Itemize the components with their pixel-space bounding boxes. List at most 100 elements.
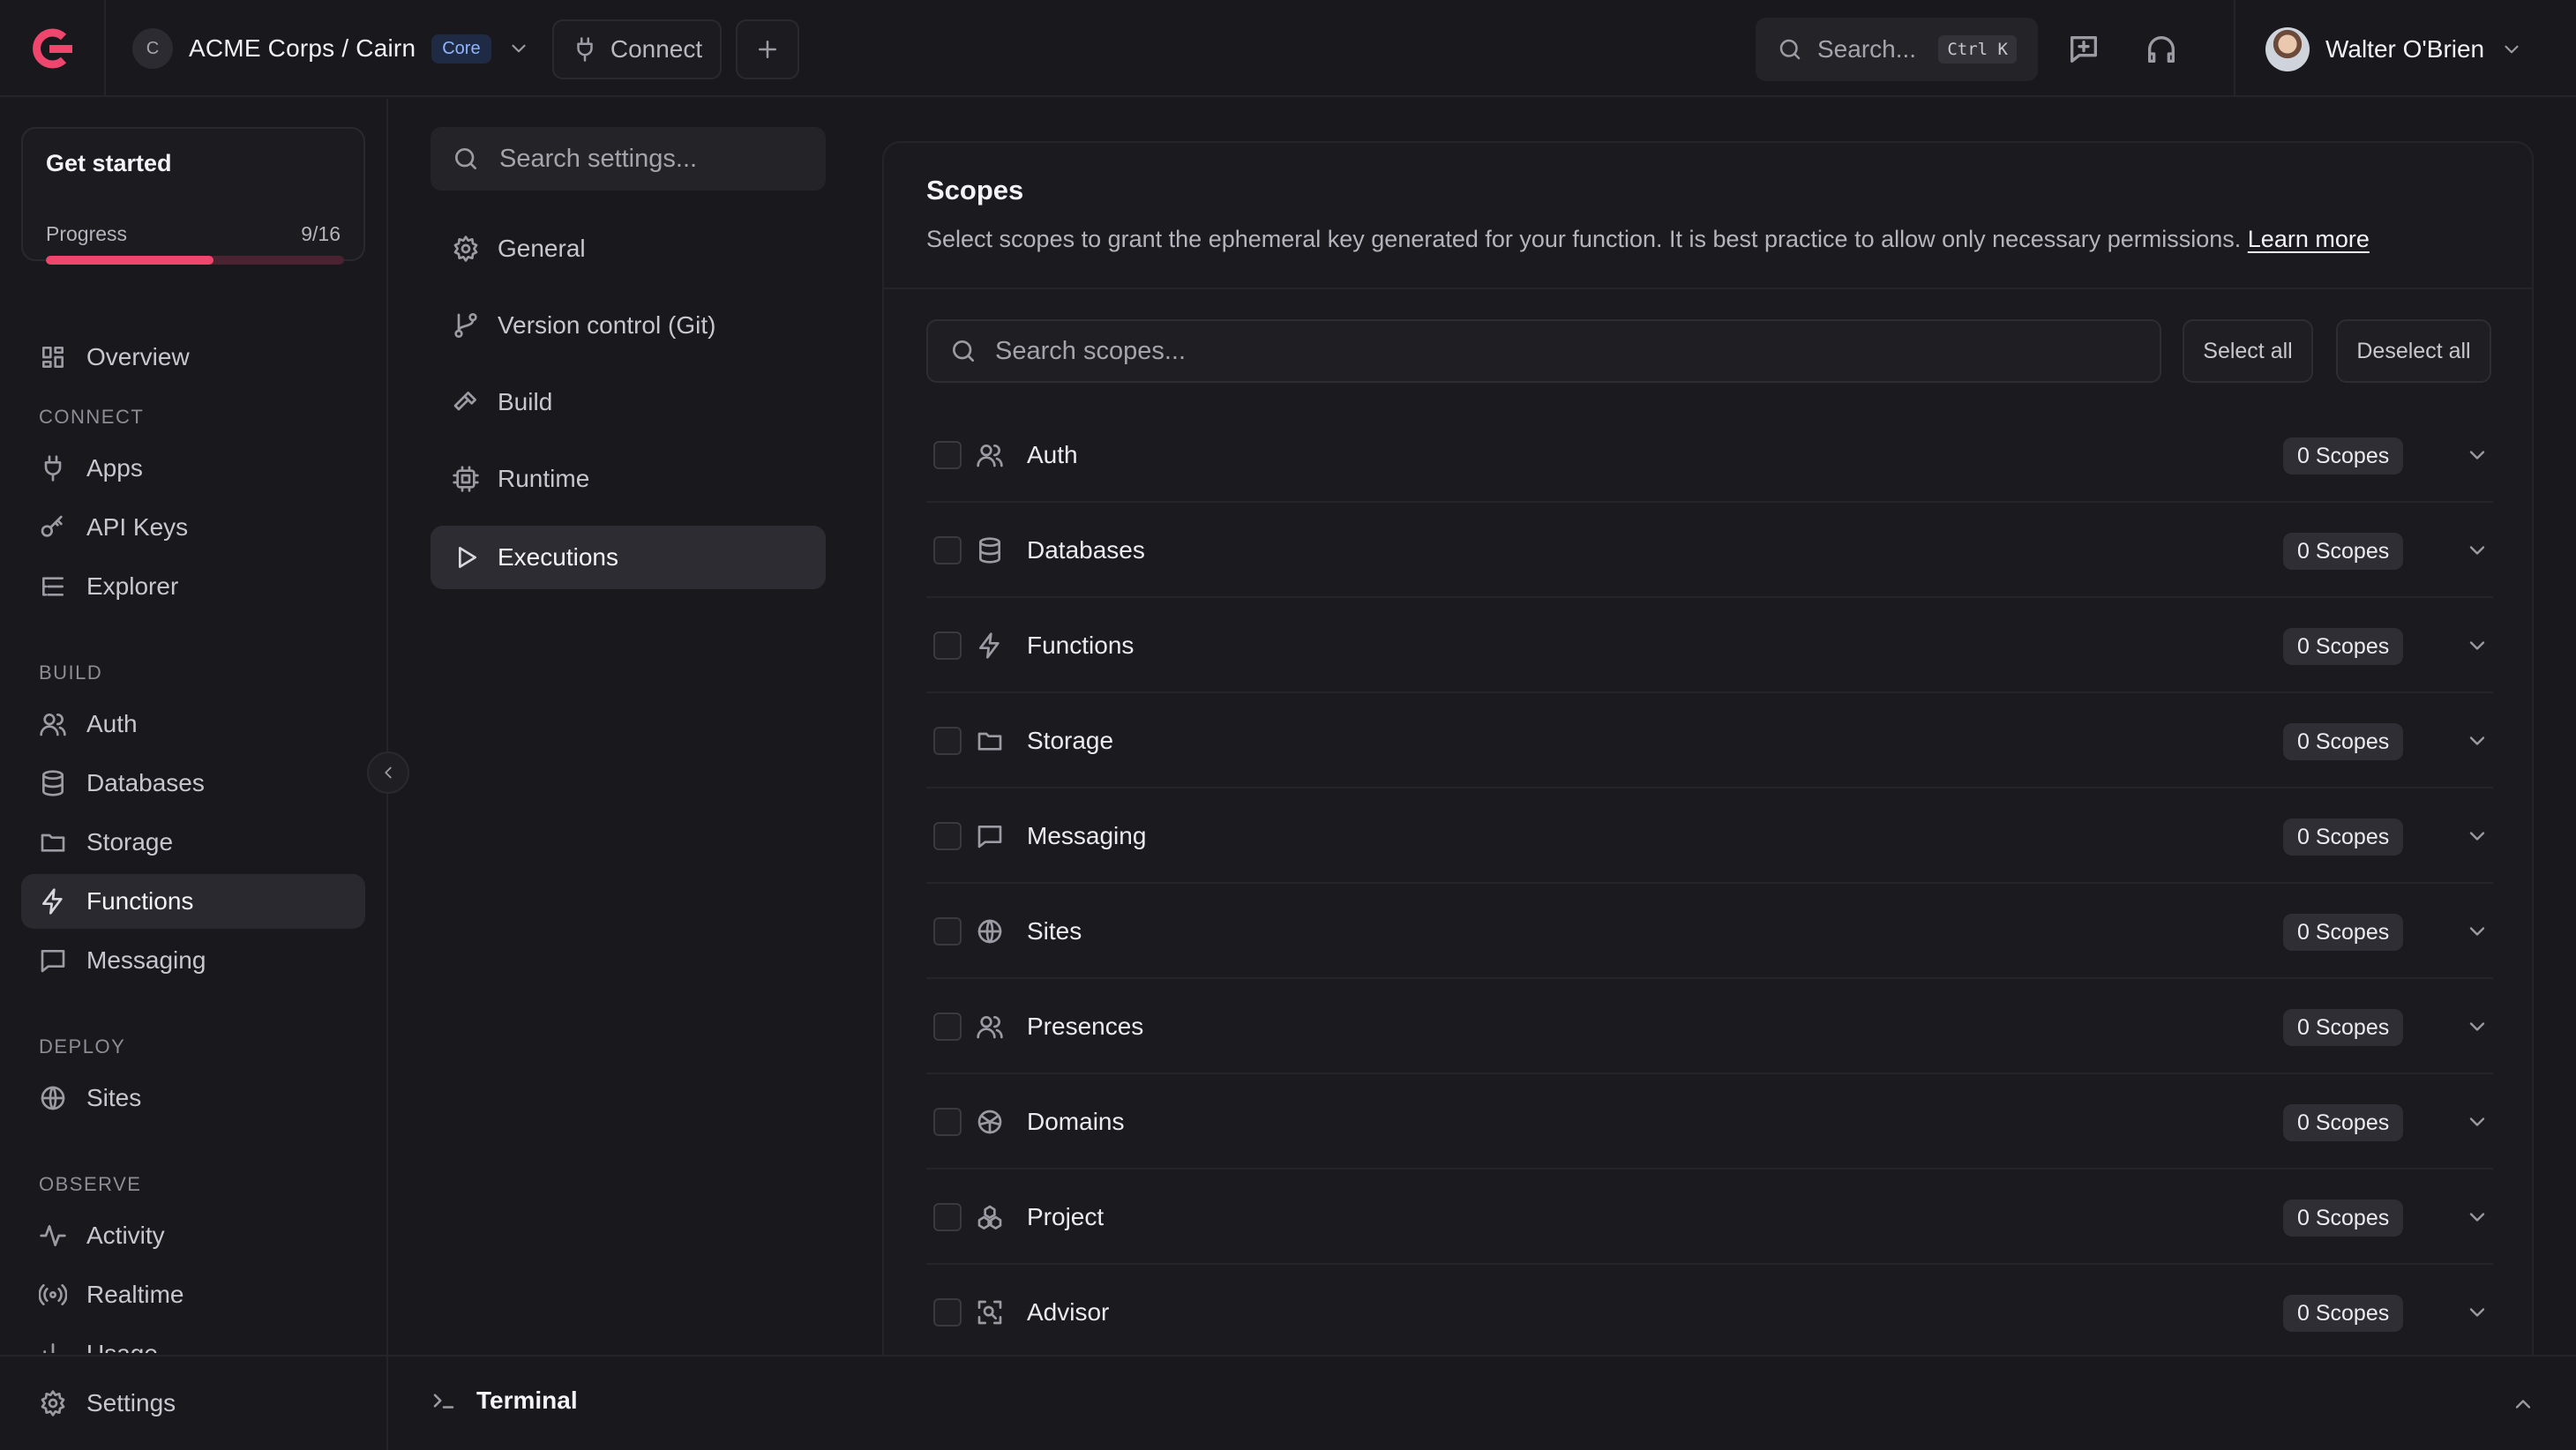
users-icon xyxy=(40,714,66,736)
settings-search-input[interactable]: Search settings... xyxy=(431,127,826,191)
scope-checkbox[interactable] xyxy=(933,822,962,850)
scope-checkbox[interactable] xyxy=(933,536,962,564)
chevron-down-icon[interactable] xyxy=(2465,1205,2490,1230)
scope-checkbox[interactable] xyxy=(933,1203,962,1231)
chevron-down-icon[interactable] xyxy=(2465,1110,2490,1134)
settings-item-executions[interactable]: Executions xyxy=(431,526,826,589)
scope-checkbox[interactable] xyxy=(933,917,962,945)
progress-label: Progress xyxy=(46,222,128,245)
sidebar-item-explorer[interactable]: Explorer xyxy=(21,559,365,614)
settings-item-label: Executions xyxy=(498,543,618,571)
collapse-sidebar-button[interactable] xyxy=(367,751,409,794)
section-deploy: DEPLOY xyxy=(39,1035,126,1058)
scope-row-advisor[interactable]: Advisor 0 Scopes xyxy=(926,1265,2493,1360)
scope-checkbox[interactable] xyxy=(933,632,962,660)
chevron-up-icon[interactable] xyxy=(2511,1392,2535,1416)
chevron-down-icon[interactable] xyxy=(2465,824,2490,848)
scope-row-domains[interactable]: Domains 0 Scopes xyxy=(926,1074,2493,1170)
sidebar-item-overview[interactable]: Overview xyxy=(21,330,365,385)
broadcast-icon xyxy=(39,1284,67,1305)
scope-checkbox[interactable] xyxy=(933,1298,962,1327)
plus-icon xyxy=(759,41,776,58)
terminal-panel[interactable]: Terminal xyxy=(388,1355,2576,1450)
chevron-down-icon[interactable] xyxy=(2465,1300,2490,1325)
org-name: ACME Corps / Cairn xyxy=(189,34,416,62)
scope-row-sites[interactable]: Sites 0 Scopes xyxy=(926,884,2493,979)
sidebar-item-label: Activity xyxy=(86,1222,165,1249)
chevron-down-icon[interactable] xyxy=(2465,919,2490,944)
chevron-down-icon[interactable] xyxy=(2465,443,2490,467)
add-button[interactable] xyxy=(736,19,799,79)
sidebar-item-label: Sites xyxy=(86,1084,142,1111)
sidebar-item-api-keys[interactable]: API Keys xyxy=(21,500,365,555)
settings-item-build[interactable]: Build xyxy=(431,370,826,434)
scope-count-badge: 0 Scopes xyxy=(2283,437,2404,475)
chevron-down-icon[interactable] xyxy=(2465,633,2490,658)
sidebar-item-label: Functions xyxy=(86,887,194,915)
scope-row-functions[interactable]: Functions 0 Scopes xyxy=(926,598,2493,693)
scope-count-badge: 0 Scopes xyxy=(2283,1104,2404,1141)
sidebar-item-activity[interactable]: Activity xyxy=(21,1208,365,1263)
scope-name: Messaging xyxy=(1027,822,1147,849)
sidebar-item-messaging[interactable]: Messaging xyxy=(21,933,365,988)
connect-button[interactable]: Connect xyxy=(552,19,722,79)
user-name: Walter O'Brien xyxy=(2325,35,2485,63)
scope-checkbox[interactable] xyxy=(933,441,962,469)
sidebar-item-usage[interactable]: Usage xyxy=(21,1327,365,1353)
plug-icon xyxy=(44,455,62,482)
sidebar-overflow: Usage xyxy=(0,1327,386,1353)
chevron-left-icon xyxy=(385,766,392,779)
sidebar-item-label: Apps xyxy=(86,454,143,482)
deselect-all-button[interactable]: Deselect all xyxy=(2336,319,2491,383)
section-observe: OBSERVE xyxy=(39,1173,142,1195)
sidebar-item-functions[interactable]: Functions xyxy=(21,874,365,929)
terminal-toggle[interactable]: Terminal xyxy=(431,1386,578,1415)
settings-item-version-control[interactable]: Version control (Git) xyxy=(431,294,826,357)
bolt-icon xyxy=(42,888,63,915)
user-menu[interactable]: Walter O'Brien xyxy=(2265,25,2523,74)
chevron-down-icon[interactable] xyxy=(2465,729,2490,753)
global-search[interactable]: Search... Ctrl K xyxy=(1756,18,2038,81)
scope-row-databases[interactable]: Databases 0 Scopes xyxy=(926,503,2493,598)
sidebar-item-sites[interactable]: Sites xyxy=(21,1071,365,1125)
chevron-down-icon[interactable] xyxy=(2465,1014,2490,1039)
scopes-search-input[interactable]: Search scopes... xyxy=(926,319,2161,383)
sidebar-item-settings[interactable]: Settings xyxy=(21,1376,365,1431)
org-switcher[interactable]: C ACME Corps / Cairn Core xyxy=(132,25,530,72)
play-icon xyxy=(459,547,476,568)
divider xyxy=(2234,0,2235,97)
scope-row-auth[interactable]: Auth 0 Scopes xyxy=(926,407,2493,503)
sidebar-item-databases[interactable]: Databases xyxy=(21,756,365,811)
section-build: BUILD xyxy=(39,661,103,684)
list-tree-icon xyxy=(42,577,64,596)
select-all-button[interactable]: Select all xyxy=(2183,319,2313,383)
chevron-down-icon xyxy=(511,44,526,53)
scope-checkbox[interactable] xyxy=(933,727,962,755)
scope-name: Project xyxy=(1027,1203,1105,1230)
message-icon xyxy=(41,950,65,973)
settings-item-runtime[interactable]: Runtime xyxy=(431,447,826,511)
chevron-down-icon[interactable] xyxy=(2465,538,2490,563)
scope-count-badge: 0 Scopes xyxy=(2283,914,2404,951)
scope-checkbox[interactable] xyxy=(933,1013,962,1041)
scope-name: Presences xyxy=(1027,1013,1144,1040)
feedback-icon[interactable] xyxy=(2066,32,2101,67)
headset-icon[interactable] xyxy=(2144,32,2179,67)
scope-checkbox[interactable] xyxy=(933,1108,962,1136)
sidebar-item-auth[interactable]: Auth xyxy=(21,697,365,751)
scope-row-presences[interactable]: Presences 0 Scopes xyxy=(926,979,2493,1074)
scope-count-badge: 0 Scopes xyxy=(2283,1295,2404,1332)
sidebar-item-storage[interactable]: Storage xyxy=(21,815,365,870)
get-started-card[interactable]: Get started Progress 9/16 xyxy=(21,127,365,265)
sidebar-item-apps[interactable]: Apps xyxy=(21,441,365,496)
terminal-icon xyxy=(433,1394,454,1409)
section-connect: CONNECT xyxy=(39,406,145,428)
settings-item-general[interactable]: General xyxy=(431,217,826,280)
learn-more-link[interactable]: Learn more xyxy=(2248,226,2370,252)
scope-count-badge: 0 Scopes xyxy=(2283,723,2404,760)
scope-row-project[interactable]: Project 0 Scopes xyxy=(926,1170,2493,1265)
sidebar-item-realtime[interactable]: Realtime xyxy=(21,1267,365,1322)
scope-row-storage[interactable]: Storage 0 Scopes xyxy=(926,693,2493,789)
scope-row-messaging[interactable]: Messaging 0 Scopes xyxy=(926,789,2493,884)
app-logo-icon[interactable] xyxy=(28,25,76,72)
